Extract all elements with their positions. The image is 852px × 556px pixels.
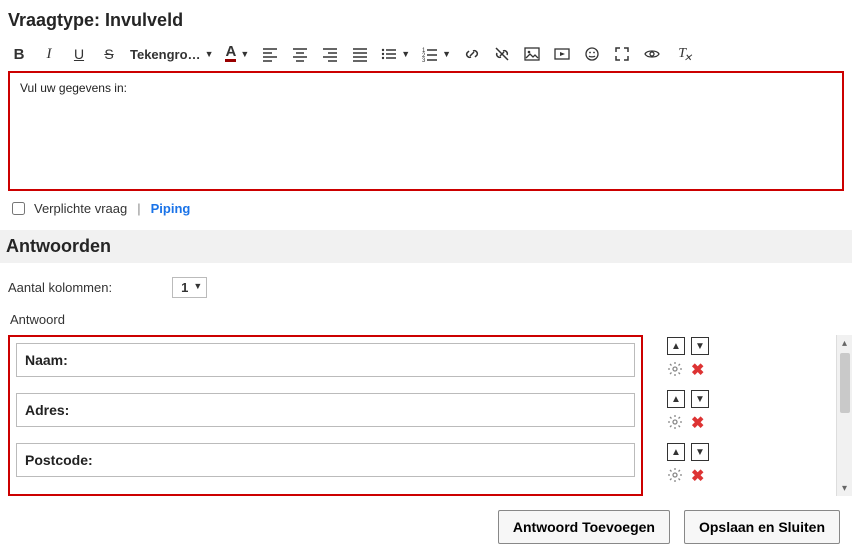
answers-controls: ▲ ▼ ✖ ▲ ▼ ✖ — [667, 335, 824, 496]
scroll-thumb[interactable] — [840, 353, 850, 413]
move-down-icon[interactable]: ▼ — [691, 443, 709, 461]
columns-label: Aantal kolommen: — [8, 280, 112, 295]
clear-format-icon[interactable]: T✕ — [673, 45, 691, 63]
gear-icon[interactable] — [667, 467, 683, 486]
move-up-icon[interactable]: ▲ — [667, 337, 685, 355]
video-icon[interactable] — [553, 45, 571, 63]
font-color-select[interactable]: A ▼ — [225, 46, 249, 62]
font-color-icon: A — [225, 46, 236, 62]
link-icon[interactable] — [463, 45, 481, 63]
align-justify-icon[interactable] — [351, 45, 369, 63]
required-label: Verplichte vraag — [34, 201, 127, 216]
answer-controls-row: ▲ ▼ ✖ — [667, 390, 824, 433]
bullet-list-select[interactable]: ▼ — [381, 46, 410, 62]
scroll-down-icon[interactable]: ▾ — [837, 480, 852, 496]
gear-icon[interactable] — [667, 361, 683, 380]
align-center-icon[interactable] — [291, 45, 309, 63]
numbered-list-icon: 123 — [422, 46, 438, 62]
answers-title: Antwoorden — [6, 236, 846, 257]
align-right-icon[interactable] — [321, 45, 339, 63]
move-down-icon[interactable]: ▼ — [691, 337, 709, 355]
answer-controls-row: ▲ ▼ ✖ — [667, 337, 824, 380]
page-title: Vraagtype: Invulveld — [8, 10, 844, 31]
align-left-icon[interactable] — [261, 45, 279, 63]
answer-list-header: Antwoord — [8, 308, 844, 335]
answers-section-header: Antwoorden — [0, 230, 852, 263]
image-icon[interactable] — [523, 45, 541, 63]
move-up-icon[interactable]: ▲ — [667, 443, 685, 461]
underline-icon[interactable]: U — [70, 45, 88, 63]
move-up-icon[interactable]: ▲ — [667, 390, 685, 408]
required-checkbox[interactable] — [12, 202, 25, 215]
unlink-icon[interactable] — [493, 45, 511, 63]
chevron-down-icon: ▼ — [240, 49, 249, 59]
editor-toolbar: B I U S Tekengro… ▼ A ▼ ▼ 123 ▼ T✕ — [8, 41, 844, 71]
answer-input[interactable] — [16, 443, 635, 477]
columns-select[interactable]: 1 — [172, 277, 207, 298]
save-close-button[interactable]: Opslaan en Sluiten — [684, 510, 840, 544]
answers-list — [8, 335, 643, 496]
chevron-down-icon: ▼ — [401, 49, 410, 59]
answer-input[interactable] — [16, 343, 635, 377]
piping-link[interactable]: Piping — [151, 201, 191, 216]
delete-icon[interactable]: ✖ — [691, 469, 704, 485]
add-answer-button[interactable]: Antwoord Toevoegen — [498, 510, 670, 544]
move-down-icon[interactable]: ▼ — [691, 390, 709, 408]
chevron-down-icon: ▼ — [442, 49, 451, 59]
font-size-select[interactable]: Tekengro… ▼ — [130, 47, 213, 62]
answer-controls-row: ▲ ▼ ✖ — [667, 443, 824, 486]
strikethrough-icon[interactable]: S — [100, 45, 118, 63]
bold-icon[interactable]: B — [10, 45, 28, 63]
fullscreen-icon[interactable] — [613, 45, 631, 63]
preview-icon[interactable] — [643, 45, 661, 63]
gear-icon[interactable] — [667, 414, 683, 433]
scrollbar[interactable]: ▴ ▾ — [836, 335, 852, 496]
separator: | — [137, 201, 140, 216]
numbered-list-select[interactable]: 123 ▼ — [422, 46, 451, 62]
bullet-list-icon — [381, 46, 397, 62]
scroll-up-icon[interactable]: ▴ — [837, 335, 852, 351]
footer-buttons: Antwoord Toevoegen Opslaan en Sluiten — [8, 496, 844, 550]
chevron-down-icon: ▼ — [205, 49, 214, 59]
font-size-label: Tekengro… — [130, 47, 201, 62]
answer-input[interactable] — [16, 393, 635, 427]
italic-icon[interactable]: I — [40, 45, 58, 63]
delete-icon[interactable]: ✖ — [691, 363, 704, 379]
delete-icon[interactable]: ✖ — [691, 416, 704, 432]
emoji-icon[interactable] — [583, 45, 601, 63]
question-editor[interactable]: Vul uw gegevens in: — [8, 71, 844, 191]
svg-text:3: 3 — [422, 58, 426, 62]
